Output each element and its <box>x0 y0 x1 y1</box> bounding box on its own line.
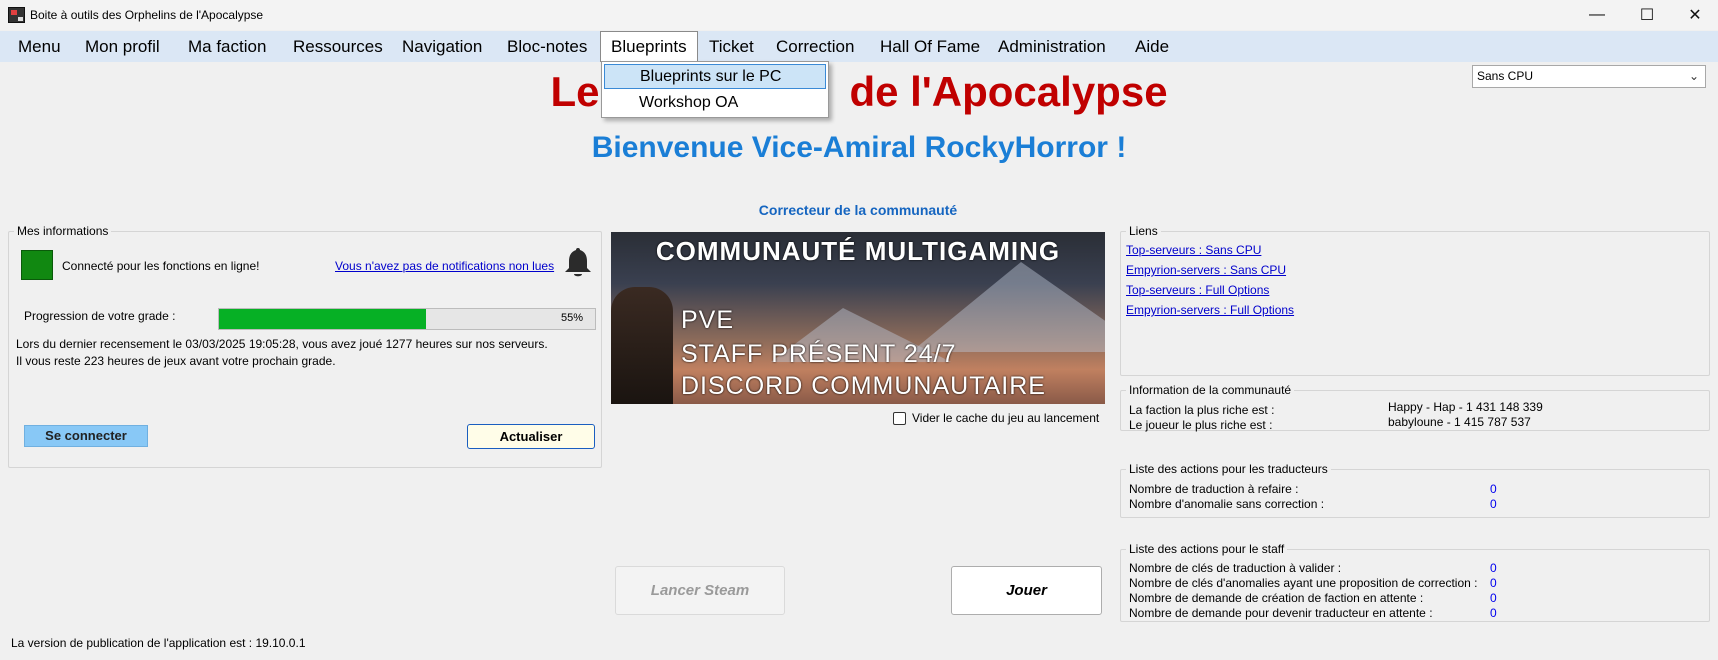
page-title: Le de l'Apocalypse <box>0 68 1718 116</box>
link-empyrion-servers-sans-cpu[interactable]: Empyrion-servers : Sans CPU <box>1126 263 1286 277</box>
census-text: Lors du dernier recensement le 03/03/202… <box>16 337 548 351</box>
link-top-serveurs-full-options[interactable]: Top-serveurs : Full Options <box>1126 283 1269 297</box>
corrector-label: Correcteur de la communauté <box>758 202 958 218</box>
staff-anomaly-proposals-value: 0 <box>1490 576 1497 590</box>
grade-progress-bar: 55% <box>218 308 596 330</box>
link-top-serveurs-sans-cpu[interactable]: Top-serveurs : Sans CPU <box>1126 243 1261 257</box>
maximize-button[interactable]: ☐ <box>1624 0 1670 30</box>
staff-legend: Liste des actions pour le staff <box>1129 542 1285 556</box>
menu-hall-of-fame[interactable]: Hall Of Fame <box>870 31 990 62</box>
menu-ticket[interactable]: Ticket <box>699 31 764 62</box>
staff-faction-requests-value: 0 <box>1490 591 1497 605</box>
welcome-message: Bienvenue Vice-Amiral RockyHorror ! <box>591 131 1127 164</box>
bell-icon[interactable] <box>560 244 596 280</box>
staff-keys-to-validate-label: Nombre de clés de traduction à valider : <box>1129 561 1342 575</box>
progress-label: Progression de votre grade : <box>24 309 176 323</box>
staff-translator-requests-label: Nombre de demande pour devenir traducteu… <box>1129 606 1433 620</box>
staff-keys-to-validate-value: 0 <box>1490 561 1497 575</box>
banner-line-pve: PVE <box>681 306 735 334</box>
version-label: La version de publication de l'applicati… <box>11 636 306 650</box>
dropdown-item-workshop-oa[interactable]: Workshop OA <box>604 91 826 116</box>
banner-headline: COMMUNAUTÉ MULTIGAMING <box>655 236 1061 266</box>
traducteurs-legend: Liste des actions pour les traducteurs <box>1129 462 1328 476</box>
menu-ressources[interactable]: Ressources <box>283 31 393 62</box>
clear-cache-checkbox[interactable] <box>893 412 906 425</box>
close-button[interactable]: ✕ <box>1672 0 1718 30</box>
menu-menu[interactable]: Menu <box>8 31 71 62</box>
play-button[interactable]: Jouer <box>951 566 1102 615</box>
banner-line-staff: STAFF PRÉSENT 24/7 <box>681 340 957 368</box>
translation-redo-value: 0 <box>1490 482 1497 496</box>
richest-faction-value: Happy - Hap - 1 431 148 339 <box>1388 400 1543 414</box>
grade-progress-percent: 55% <box>560 312 583 324</box>
staff-anomaly-proposals-label: Nombre de clés d'anomalies ayant une pro… <box>1129 576 1478 590</box>
liens-legend: Liens <box>1129 224 1158 238</box>
launch-steam-button[interactable]: Lancer Steam <box>615 566 785 615</box>
minimize-button[interactable]: — <box>1574 0 1620 30</box>
window-title: Boite à outils des Orphelins de l'Apocal… <box>30 8 264 22</box>
connect-button[interactable]: Se connecter <box>24 425 148 447</box>
notifications-link[interactable]: Vous n'avez pas de notifications non lue… <box>335 259 554 273</box>
menu-mon-profil[interactable]: Mon profil <box>75 31 170 62</box>
menu-ma-faction[interactable]: Ma faction <box>178 31 276 62</box>
title-bar: Boite à outils des Orphelins de l'Apocal… <box>0 0 1718 30</box>
mes-informations-legend: Mes informations <box>17 224 109 238</box>
page-title-right: de l'Apocalypse <box>849 68 1168 115</box>
staff-faction-requests-label: Nombre de demande de création de faction… <box>1129 591 1424 605</box>
page-title-left: Le <box>550 68 600 115</box>
refresh-button[interactable]: Actualiser <box>467 424 595 449</box>
staff-translator-requests-value: 0 <box>1490 606 1497 620</box>
link-empyrion-servers-full-options[interactable]: Empyrion-servers : Full Options <box>1126 303 1294 317</box>
banner-line-discord: DISCORD COMMUNAUTAIRE <box>681 372 1046 400</box>
menu-blueprints[interactable]: Blueprints <box>600 31 698 62</box>
richest-player-label: Le joueur le plus riche est : <box>1129 418 1273 432</box>
communaute-legend: Information de la communauté <box>1129 383 1292 397</box>
clear-cache-label: Vider le cache du jeu au lancement <box>912 411 1100 425</box>
dropdown-item-blueprints-pc[interactable]: Blueprints sur le PC <box>604 64 826 89</box>
menu-correction[interactable]: Correction <box>766 31 864 62</box>
app-icon <box>8 7 25 23</box>
remaining-hours-text: Il vous reste 223 heures de jeux avant v… <box>16 354 336 368</box>
connection-status-indicator <box>21 250 53 280</box>
translation-redo-label: Nombre de traduction à refaire : <box>1129 482 1299 496</box>
menu-bloc-notes[interactable]: Bloc-notes <box>497 31 597 62</box>
menu-aide[interactable]: Aide <box>1125 31 1179 62</box>
menu-navigation[interactable]: Navigation <box>392 31 492 62</box>
community-banner-image: COMMUNAUTÉ MULTIGAMING PVE STAFF PRÉSENT… <box>611 232 1105 404</box>
anomaly-uncorrected-label: Nombre d'anomalie sans correction : <box>1129 497 1325 511</box>
menu-bar: Menu Mon profil Ma faction Ressources Na… <box>0 31 1718 62</box>
richest-faction-label: La faction la plus riche est : <box>1129 403 1275 417</box>
richest-player-value: babyloune - 1 415 787 537 <box>1388 415 1531 429</box>
grade-progress-fill <box>219 309 426 329</box>
menu-administration[interactable]: Administration <box>988 31 1116 62</box>
anomaly-uncorrected-value: 0 <box>1490 497 1497 511</box>
blueprints-dropdown: Blueprints sur le PC Workshop OA <box>601 61 829 118</box>
connection-status-text: Connecté pour les fonctions en ligne! <box>62 259 260 273</box>
